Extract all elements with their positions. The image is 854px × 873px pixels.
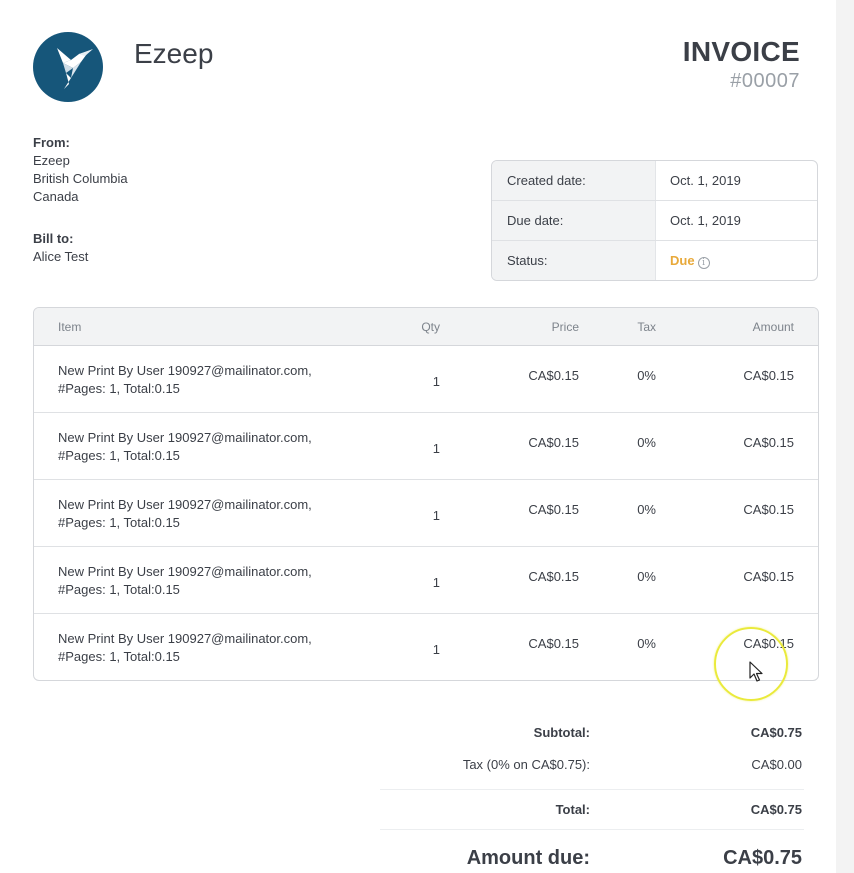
invoice-meta-table: Created date: Oct. 1, 2019 Due date: Oct… — [491, 160, 818, 281]
totals-section: Subtotal: CA$0.75 Tax (0% on CA$0.75): C… — [380, 718, 804, 873]
item-description-line: New Print By User 190927@mailinator.com, — [58, 363, 312, 378]
amount-due-label: Amount due: — [466, 847, 590, 869]
company-name: Ezeep — [134, 38, 214, 69]
item-description-line: #Pages: 1, Total:0.15 — [58, 515, 180, 530]
meta-row-due: Due date: Oct. 1, 2019 — [492, 201, 817, 241]
meta-row-created: Created date: Oct. 1, 2019 — [492, 161, 817, 201]
item-tax: 0% — [637, 569, 656, 584]
item-tax: 0% — [637, 368, 656, 383]
line-items-table: Item Qty Price Tax Amount New Print By U… — [33, 307, 819, 681]
header-item: Item — [58, 320, 82, 334]
table-row: New Print By User 190927@mailinator.com,… — [34, 346, 818, 413]
item-amount: CA$0.15 — [743, 502, 794, 517]
invoice-number: #00007 — [730, 70, 800, 92]
created-date-value: Oct. 1, 2019 — [670, 173, 741, 188]
item-description-line: New Print By User 190927@mailinator.com, — [58, 631, 312, 646]
status-value: Due i — [656, 241, 817, 280]
header-tax: Tax — [637, 320, 656, 334]
item-description-line: New Print By User 190927@mailinator.com, — [58, 564, 312, 579]
bill-to-address: Bill to: Alice Test — [33, 230, 88, 266]
subtotal-label: Subtotal: — [533, 725, 590, 740]
info-icon[interactable]: i — [697, 257, 710, 269]
due-date-label: Due date: — [492, 201, 656, 240]
item-price: CA$0.15 — [528, 636, 579, 651]
item-description-line: #Pages: 1, Total:0.15 — [58, 448, 180, 463]
invoice-title: INVOICE — [682, 36, 800, 67]
item-description: New Print By User 190927@mailinator.com,… — [58, 496, 358, 532]
subtotal-value: CA$0.75 — [750, 725, 802, 740]
table-row: New Print By User 190927@mailinator.com,… — [34, 413, 818, 480]
total-value: CA$0.75 — [750, 802, 802, 817]
item-qty: 1 — [432, 441, 440, 456]
from-address: From: Ezeep British Columbia Canada — [33, 134, 128, 206]
tax-value: CA$0.00 — [751, 757, 802, 772]
from-line: Ezeep — [33, 153, 70, 168]
item-tax: 0% — [637, 502, 656, 517]
item-price: CA$0.15 — [528, 569, 579, 584]
item-amount: CA$0.15 — [743, 435, 794, 450]
table-row: New Print By User 190927@mailinator.com,… — [34, 614, 818, 680]
total-label: Total: — [555, 802, 590, 817]
from-line: British Columbia — [33, 171, 128, 186]
header-qty: Qty — [421, 320, 440, 334]
table-row: New Print By User 190927@mailinator.com,… — [34, 480, 818, 547]
tax-row: Tax (0% on CA$0.75): CA$0.00 — [380, 750, 804, 790]
subtotal-row: Subtotal: CA$0.75 — [380, 718, 804, 750]
header-price: Price — [551, 320, 579, 334]
status-label: Status: — [492, 241, 656, 280]
tax-label: Tax (0% on CA$0.75): — [462, 757, 590, 772]
mouse-cursor-icon — [749, 661, 763, 682]
hummingbird-logo-icon — [33, 32, 103, 102]
item-tax: 0% — [637, 435, 656, 450]
invoice-page: Ezeep INVOICE #00007 From: Ezeep British… — [0, 0, 836, 873]
due-date-value: Oct. 1, 2019 — [670, 213, 741, 228]
table-row: New Print By User 190927@mailinator.com,… — [34, 547, 818, 614]
item-description-line: New Print By User 190927@mailinator.com, — [58, 430, 312, 445]
amount-due-value: CA$0.75 — [723, 847, 802, 869]
item-description-line: #Pages: 1, Total:0.15 — [58, 381, 180, 396]
from-label: From: — [33, 135, 70, 150]
status-badge: Due — [670, 253, 695, 268]
item-amount: CA$0.15 — [743, 569, 794, 584]
item-price: CA$0.15 — [528, 368, 579, 383]
item-qty: 1 — [432, 508, 440, 523]
item-description-line: #Pages: 1, Total:0.15 — [58, 582, 180, 597]
created-date-label: Created date: — [492, 161, 656, 200]
item-description-line: #Pages: 1, Total:0.15 — [58, 649, 180, 664]
header-amount: Amount — [752, 320, 794, 334]
item-description: New Print By User 190927@mailinator.com,… — [58, 362, 358, 398]
item-description: New Print By User 190927@mailinator.com,… — [58, 429, 358, 465]
item-price: CA$0.15 — [528, 435, 579, 450]
item-qty: 1 — [432, 374, 440, 389]
item-qty: 1 — [432, 575, 440, 590]
table-header: Item Qty Price Tax Amount — [34, 308, 818, 346]
from-line: Canada — [33, 189, 79, 204]
bill-to-label: Bill to: — [33, 231, 74, 246]
total-row: Total: CA$0.75 — [380, 790, 804, 830]
item-description: New Print By User 190927@mailinator.com,… — [58, 563, 358, 599]
item-qty: 1 — [432, 642, 440, 657]
item-amount: CA$0.15 — [743, 368, 794, 383]
item-description-line: New Print By User 190927@mailinator.com, — [58, 497, 312, 512]
amount-due-row: Amount due: CA$0.75 — [380, 830, 804, 873]
meta-row-status: Status: Due i — [492, 241, 817, 280]
item-tax: 0% — [637, 636, 656, 651]
bill-to-name: Alice Test — [33, 249, 89, 264]
item-description: New Print By User 190927@mailinator.com,… — [58, 630, 358, 666]
item-price: CA$0.15 — [528, 502, 579, 517]
